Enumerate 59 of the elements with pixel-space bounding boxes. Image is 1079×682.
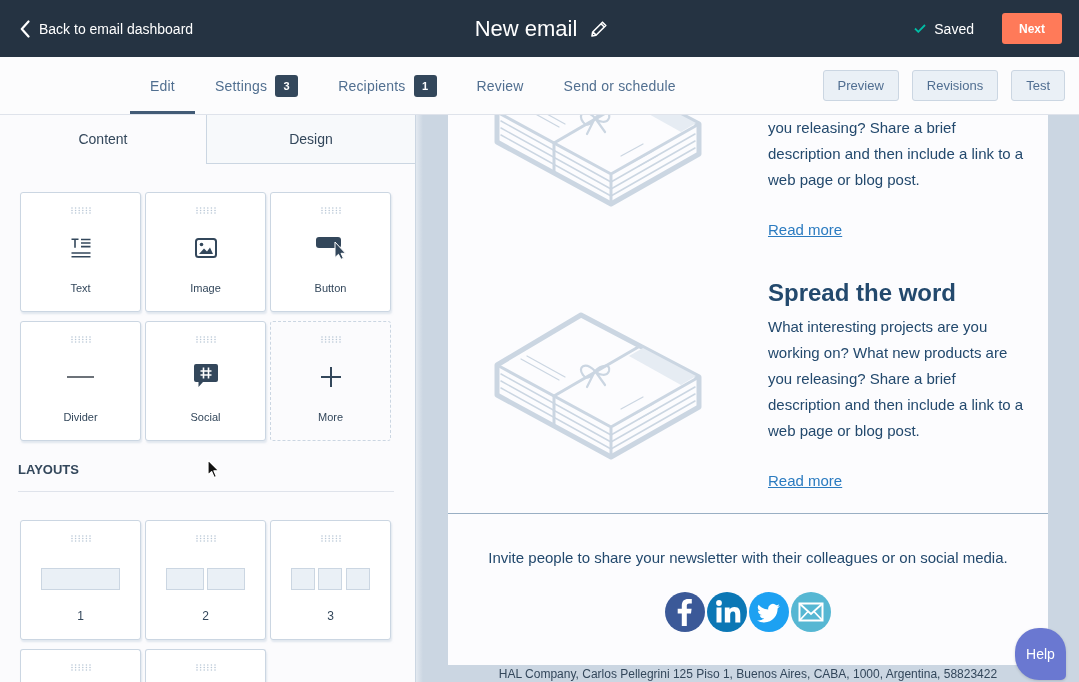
plus-icon (320, 367, 341, 387)
column-layout-icon (166, 568, 245, 590)
count-badge: 1 (413, 74, 437, 97)
layout-tile[interactable]: 2 (145, 520, 266, 640)
column-layout-icon (41, 568, 120, 590)
toolbar-button[interactable]: Preview (822, 70, 899, 101)
envelope-icon[interactable] (791, 592, 831, 632)
module-tile[interactable]: Social (145, 321, 266, 441)
column-layout-icon (291, 568, 370, 590)
drag-handle-icon (70, 535, 91, 542)
panel-tab[interactable]: Design (206, 115, 415, 164)
horizontal-line-icon (67, 376, 94, 378)
count-badge: 3 (275, 74, 299, 97)
chevron-left-icon (20, 19, 30, 38)
drag-handle-icon (70, 336, 91, 343)
article-heading: Spread the word (768, 278, 957, 308)
checkmark-icon (914, 24, 927, 33)
picture-frame-icon (194, 238, 217, 258)
save-status: Saved (934, 20, 974, 37)
read-more-link[interactable]: Read more (768, 217, 843, 243)
article-text: you releasing? Share a brief description and then include a link to a web page or blog post. (768, 118, 1025, 190)
drag-handle-icon (195, 207, 216, 214)
drag-handle-icon (195, 535, 216, 542)
module-tile[interactable]: Text (20, 192, 141, 312)
twitter-bird-icon[interactable] (749, 592, 789, 632)
toolbar-button[interactable]: Test (1011, 70, 1065, 101)
share-prompt-text: Invite people to share your newsletter with their colleagues or on social media. (488, 549, 1008, 567)
footer-address-text: HAL Company, Carlos Pellegrini 125 Piso 1, Buenos Aires, CABA, 1000, Argentina, 58823422 (498, 667, 998, 681)
button-cursor-icon (315, 236, 346, 260)
linkedin-icon[interactable] (707, 592, 747, 632)
nav-tab[interactable]: Recipients 1 (318, 57, 457, 114)
nav-tab[interactable]: Settings 3 (194, 57, 319, 114)
article-text: What interesting projects are you working on? What new products are you releasing? Share a brief description and then include a link to a web page or blog post. (768, 317, 1025, 441)
drag-handle-icon (195, 336, 216, 343)
drag-handle-icon (320, 207, 341, 214)
layout-tile[interactable] (145, 649, 266, 682)
mouse-pointer-icon (207, 459, 220, 479)
section-heading: LAYOUTS (18, 462, 79, 478)
drag-handle-icon (70, 207, 91, 214)
drag-handle-icon (195, 664, 216, 671)
toolbar-button[interactable]: Revisions (911, 70, 999, 101)
layout-tile[interactable] (20, 649, 141, 682)
email-title: New email (474, 15, 578, 42)
module-tile[interactable]: Button (270, 192, 391, 312)
module-tile[interactable]: Image (145, 192, 266, 312)
module-tile[interactable]: More (270, 321, 391, 441)
layout-tile[interactable]: 1 (20, 520, 141, 640)
module-tile[interactable]: Divider (20, 321, 141, 441)
text-lines-icon (70, 238, 91, 258)
nav-tab[interactable]: Send or schedule (543, 57, 696, 114)
drag-handle-icon (70, 664, 91, 671)
read-more-link[interactable]: Read more (768, 468, 843, 494)
layout-tile[interactable]: 3 (270, 520, 391, 640)
nav-tab[interactable]: Review (456, 57, 544, 114)
pencil-icon[interactable] (591, 20, 608, 37)
facebook-icon[interactable] (665, 592, 705, 632)
drag-handle-icon (320, 535, 341, 542)
drag-handle-icon (320, 336, 341, 343)
back-link[interactable]: Back to email dashboard (20, 19, 194, 38)
